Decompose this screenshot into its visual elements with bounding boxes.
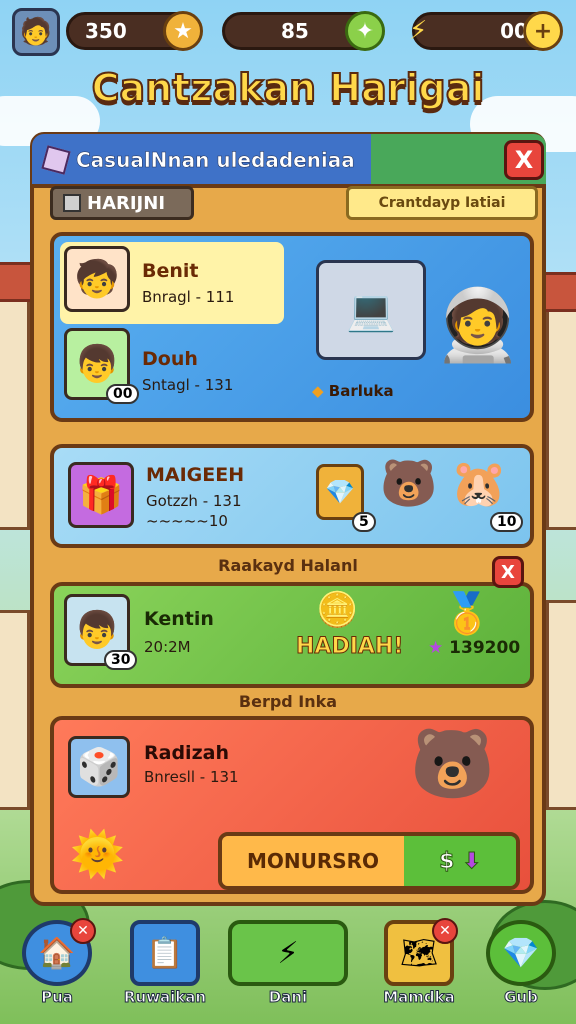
player2-name: Douh	[142, 348, 198, 370]
gift-badge-2: 10	[490, 512, 524, 532]
gift-box-icon: 🎁	[68, 462, 134, 528]
kentin-badge: 30	[104, 650, 138, 670]
close-reward-button[interactable]: X	[492, 556, 524, 588]
coin-pile-icon: 🪙	[316, 590, 359, 630]
tablet-icon: 💎	[316, 464, 364, 520]
page-title: Cantzakan Harigai	[91, 65, 486, 111]
computer-icon: 💻	[316, 260, 426, 360]
tab-label: HARIJNI	[87, 192, 166, 214]
radizah-card[interactable]: 🎲 Radizah Bnresll - 131 🐻 🌞 MONURSRO $ ⬇	[50, 716, 534, 894]
nav-home[interactable]: 🏠 ✕ Pua	[14, 918, 100, 1012]
leaf-icon[interactable]: ✦	[345, 11, 385, 51]
player2-sub: Sntagl - 131	[142, 376, 234, 394]
top-bar: 🧑 350 ★ 85 ✦ ⚡ 00 +	[0, 6, 576, 56]
reward-card[interactable]: 👦 30 Kentin 20:2M 🪙 HADIAH! 🥇 ★ 139200	[50, 582, 534, 688]
pet-icon: 🐹	[450, 456, 508, 510]
gift-card-sub1: Gotzzh - 131	[146, 492, 242, 510]
player2-badge: 00	[106, 384, 140, 404]
panel-header-title: CasualNnan uledadeniaa	[76, 148, 355, 173]
arrow-down-icon: ⬇	[462, 848, 481, 874]
lightning-icon: ⚡	[409, 16, 428, 46]
stat-counter-2: 85 ✦	[222, 11, 385, 51]
stat2-value: 85	[281, 19, 309, 43]
panel-header: CasualNnan uledadeniaa	[32, 134, 546, 188]
nav-tasks[interactable]: 📋 Ruwaikan	[122, 920, 208, 1012]
monursro-button[interactable]: MONURSRO	[222, 836, 404, 886]
gift-card[interactable]: 🎁 MAIGEEH Gotzzh - 131 ~~~~~10 💎 5 🐻 🐹 1…	[50, 444, 534, 548]
tab-harijni[interactable]: HARIJNI	[50, 186, 194, 220]
stat-counter-3: ⚡ 00 +	[409, 11, 563, 51]
kentin-sub: 20:2M	[144, 638, 191, 656]
nav-home-label: Pua	[41, 988, 74, 1007]
close-icon: ✕	[70, 918, 96, 944]
bottom-nav: 🏠 ✕ Pua 📋 Ruwaikan ⚡ Dani 🗺 ✕ Mamdka 💎 G…	[0, 916, 576, 1018]
reward-value: 139200	[449, 638, 521, 658]
player-avatar[interactable]: 🧑	[12, 8, 60, 56]
dice-icon: 🎲	[68, 736, 130, 798]
add-button[interactable]: +	[523, 11, 563, 51]
bear-mascot-icon: 🐻	[410, 725, 495, 804]
monursro-action[interactable]: MONURSRO $ ⬇	[218, 832, 520, 890]
section-heading-2: Berpd Inka	[238, 692, 338, 711]
nav-map-label: Mamdka	[383, 988, 456, 1007]
close-panel-button[interactable]: X	[504, 140, 544, 180]
tab-right-chip[interactable]: Crantdayp Iatiai	[346, 186, 538, 220]
hadiah-label: HADIAH!	[295, 634, 404, 660]
character-icon: 🧑‍🚀	[434, 283, 522, 366]
nav-gem-label: Gub	[504, 988, 539, 1007]
diamond-icon: ◆	[312, 382, 324, 400]
sun-icon: 🌞	[70, 829, 125, 880]
close-icon: ✕	[432, 918, 458, 944]
nav-energy[interactable]: ⚡ Dani	[226, 920, 350, 1012]
task-board-icon: 📋	[130, 920, 200, 986]
cube-icon	[63, 194, 81, 212]
gem-icon[interactable]: ★	[163, 11, 203, 51]
nav-tasks-label: Ruwaikan	[123, 988, 207, 1007]
section-heading-1: Raakayd Halanl	[218, 556, 358, 575]
player1-name: Benit	[142, 260, 199, 282]
stat-counter-1: 350 ★	[66, 11, 203, 51]
coin-icon: 🥇	[442, 591, 492, 637]
reward-amount: ★ 139200	[428, 638, 520, 658]
nav-energy-label: Dani	[268, 988, 308, 1007]
gift-badge-1: 5	[352, 512, 376, 532]
player1-avatar: 🧒	[64, 246, 130, 312]
nav-map[interactable]: 🗺 ✕ Mamdka	[376, 918, 462, 1012]
stat1-value: 350	[85, 19, 127, 43]
radizah-name: Radizah	[144, 742, 229, 764]
players-card[interactable]: 🧒 Benit Bnragl - 111 👦 00 Douh Sntagl - …	[50, 232, 534, 422]
lightning-icon: ⚡	[228, 920, 348, 986]
buy-button[interactable]: $ ⬇	[404, 836, 516, 886]
gift-card-name: MAIGEEH	[146, 464, 245, 486]
nav-gem[interactable]: 💎 Gub	[478, 920, 564, 1012]
radizah-sub: Bnresll - 131	[144, 768, 239, 786]
event-panel: CasualNnan uledadeniaa X HARIJNI Crantda…	[30, 132, 546, 906]
card1-tag-label: Barluka	[328, 382, 394, 400]
player1-sub: Bnragl - 111	[142, 288, 235, 306]
gift-card-sub2: ~~~~~10	[146, 512, 228, 530]
buy-label: $	[439, 848, 455, 874]
bear-icon: 🐻	[380, 456, 438, 510]
star-icon: ★	[428, 638, 444, 658]
gem-icon: 💎	[486, 920, 556, 986]
kentin-name: Kentin	[144, 608, 214, 630]
card1-tag[interactable]: ◆ Barluka	[312, 382, 394, 400]
cube-icon	[41, 145, 71, 175]
